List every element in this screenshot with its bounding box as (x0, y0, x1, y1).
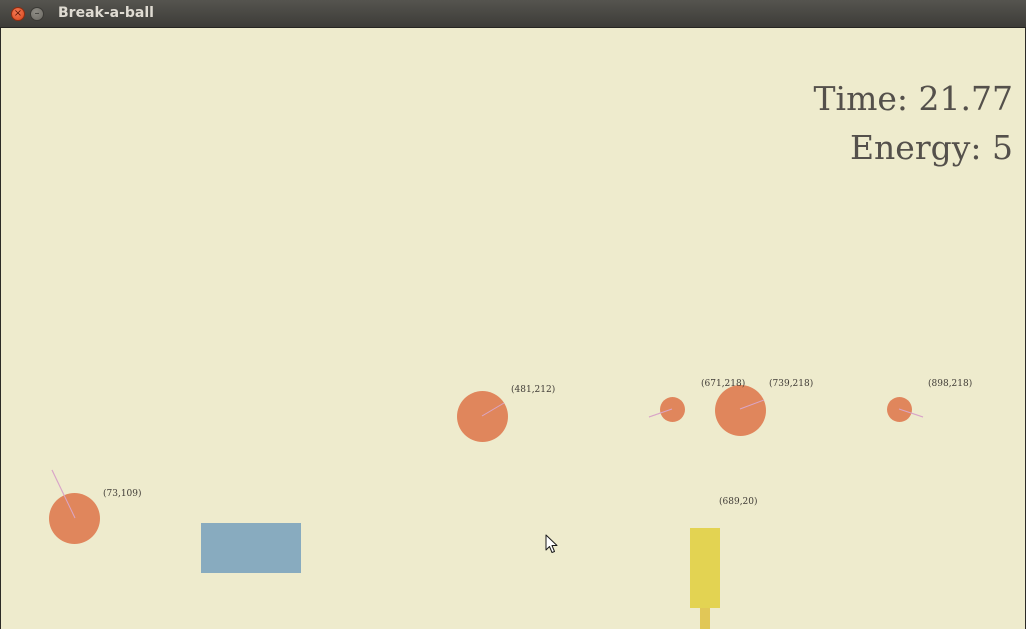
window-title: Break-a-ball (58, 5, 154, 21)
ball-3-velocity-overlay (648, 408, 673, 418)
close-icon: × (13, 8, 23, 19)
ball-5-velocity-overlay (898, 408, 924, 418)
obstacle-block (201, 523, 301, 573)
game-canvas[interactable]: Time: 21.77 Energy: 5 (73,109) (481,212)… (1, 28, 1025, 629)
ball-5-coordinates: (898,218) (928, 379, 973, 389)
mouse-cursor-icon (545, 534, 558, 553)
ball-1-velocity-overlay (51, 469, 76, 519)
ball-2-coordinates: (481,212) (511, 385, 556, 395)
ball-2-velocity-overlay (481, 402, 505, 417)
paddle-stem (700, 608, 710, 629)
minimize-icon: – (34, 8, 40, 19)
close-window-button[interactable]: × (11, 7, 25, 21)
title-bar: × – Break-a-ball (0, 0, 1026, 28)
ball-1-coordinates: (73,109) (103, 489, 142, 499)
player-paddle[interactable] (690, 528, 720, 608)
paddle-coordinates: (689,20) (719, 497, 758, 507)
ball-4-velocity-overlay (739, 399, 765, 410)
ball-3-coordinates: (671,218) (701, 379, 746, 389)
game-window: × – Break-a-ball Time: 21.77 Energy: 5 (… (0, 0, 1026, 629)
minimize-window-button[interactable]: – (30, 7, 44, 21)
velocity-vectors-overlay (51, 399, 924, 519)
ball-4-coordinates: (739,218) (769, 379, 814, 389)
